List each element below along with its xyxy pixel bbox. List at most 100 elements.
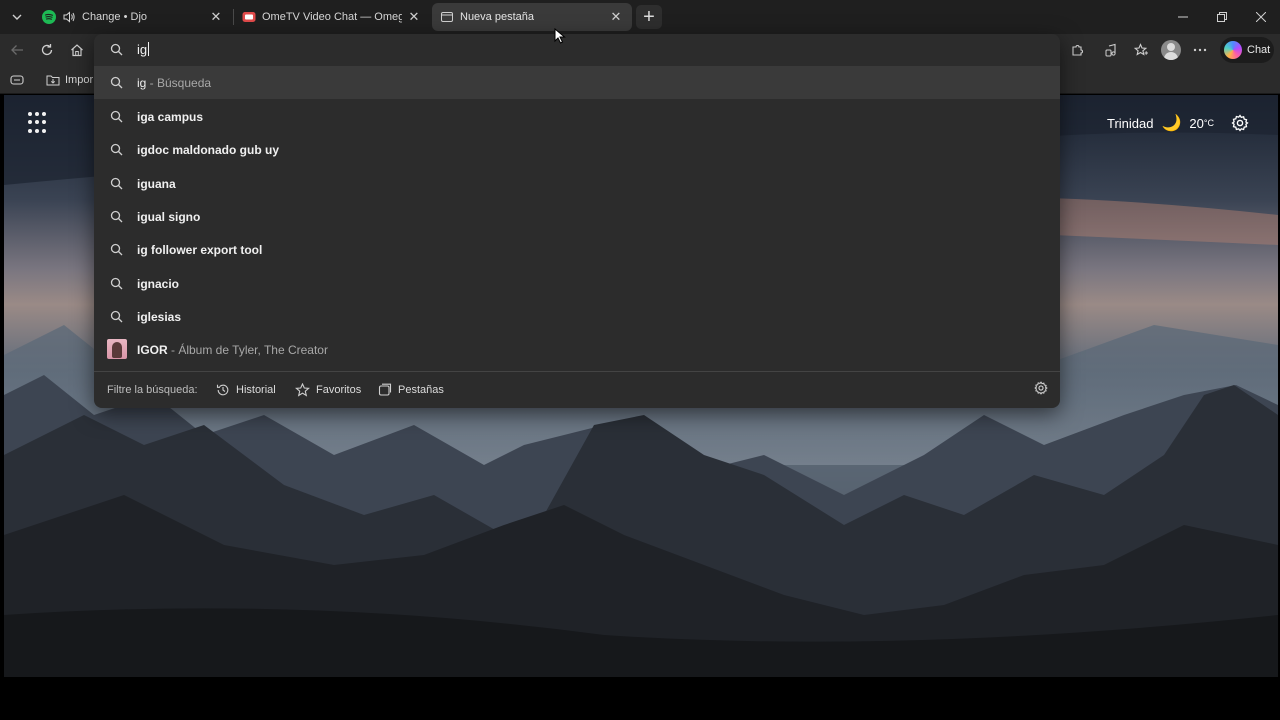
filter-label: Filtre la búsqueda: [107, 384, 198, 396]
refresh-button[interactable] [35, 38, 59, 62]
star-icon [1133, 42, 1148, 56]
tabs-icon [378, 383, 392, 396]
tab-new-tab[interactable]: Nueva pestaña ✕ [432, 3, 632, 31]
suggestion-text: IGOR - Álbum de Tyler, The Creator [137, 343, 328, 357]
spotify-icon [42, 10, 56, 24]
tab-title: Nueva pestaña [460, 11, 534, 23]
suggestion-item[interactable]: ig - Búsqueda [94, 66, 1060, 99]
music-note-icon [1105, 43, 1116, 56]
history-icon [216, 384, 229, 396]
extensions-button[interactable] [1065, 38, 1089, 62]
suggestion-text: iglesias [137, 310, 182, 324]
weather-location: Trinidad [1107, 115, 1154, 131]
arrow-left-icon [11, 45, 23, 55]
collections-icon [10, 75, 24, 85]
tab-ometv[interactable]: OmeTV Video Chat — Omegle Ra ✕ [234, 3, 430, 31]
filter-history-button[interactable]: Historial [216, 380, 276, 400]
settings-more-button[interactable] [1188, 38, 1212, 62]
speaker-icon[interactable] [62, 10, 76, 24]
address-bar[interactable]: ig [94, 34, 1060, 66]
search-settings-button[interactable] [1034, 381, 1048, 398]
suggestion-main: IGOR [137, 343, 168, 357]
suggestion-suffix: - Búsqueda [146, 76, 212, 90]
suggestion-item[interactable]: igdoc maldonado gub uy [94, 133, 1060, 166]
suggestion-text: igdoc maldonado gub uy [137, 143, 279, 157]
address-bar-query: ig [137, 42, 148, 57]
media-control-button[interactable] [1099, 38, 1123, 62]
favorites-item-label: Impor [65, 74, 94, 86]
tab-title: OmeTV Video Chat — Omegle Ra [262, 11, 402, 23]
suggestion-item[interactable]: ignacio [94, 267, 1060, 300]
suggestion-text: iguana [137, 177, 176, 191]
restore-icon [1217, 12, 1227, 22]
ometv-icon [242, 10, 256, 24]
filter-chip-label: Historial [236, 384, 276, 396]
address-bar-dropdown: ig ig - Búsqueda iga campus igdoc maldon… [94, 34, 1060, 408]
close-icon[interactable]: ✕ [208, 9, 224, 25]
weather-temperature: 20 [1189, 115, 1204, 131]
search-icon [110, 76, 123, 92]
search-icon [110, 110, 123, 126]
tab-strip: Change • Djo ✕ OmeTV Video Chat — Omegle… [0, 0, 1280, 34]
close-icon[interactable]: ✕ [406, 9, 422, 25]
copilot-icon [1224, 41, 1242, 59]
refresh-icon [41, 44, 53, 56]
filter-favorites-button[interactable]: Favoritos [295, 380, 361, 400]
address-bar-input[interactable]: ig [137, 42, 150, 57]
text-caret [148, 42, 150, 56]
search-icon [110, 177, 123, 193]
home-button[interactable] [65, 38, 89, 62]
favorites-button[interactable] [1129, 38, 1153, 62]
search-icon [110, 43, 123, 61]
copilot-chat-button[interactable]: Chat [1220, 37, 1274, 63]
suggestion-text: ignacio [137, 277, 180, 291]
suggestion-item-album[interactable]: IGOR - Álbum de Tyler, The Creator [94, 333, 1060, 366]
puzzle-icon [1071, 44, 1083, 56]
import-folder-icon [46, 75, 60, 86]
newtab-page-icon [440, 10, 454, 24]
suggestion-text: iga campus [137, 110, 204, 124]
suggestion-text: ig follower export tool [137, 243, 263, 257]
gear-icon [1231, 114, 1249, 132]
search-icon [110, 143, 123, 159]
favorites-bar-hub-button[interactable] [10, 71, 24, 89]
close-icon [1256, 12, 1266, 22]
back-button[interactable] [5, 38, 29, 62]
minimize-button[interactable] [1164, 0, 1202, 34]
page-settings-button[interactable] [1229, 112, 1251, 134]
close-window-button[interactable] [1242, 0, 1280, 34]
suggestion-item[interactable]: ig follower export tool [94, 233, 1060, 266]
mouse-pointer-icon [554, 28, 566, 44]
weather-widget[interactable]: Trinidad 🌙 20 °C [1107, 112, 1214, 134]
tab-title: Change • Djo [82, 11, 148, 23]
search-icon [110, 277, 123, 293]
apps-launcher-icon[interactable] [28, 112, 50, 134]
home-icon [71, 44, 83, 57]
new-tab-button[interactable]: + [636, 5, 662, 29]
suggestion-text: ig - Búsqueda [137, 76, 211, 90]
minimize-icon [1178, 16, 1188, 18]
weather-unit: °C [1203, 118, 1214, 128]
profile-avatar[interactable] [1161, 40, 1181, 60]
search-icon [110, 210, 123, 226]
search-icon [110, 243, 123, 259]
favorites-item-import[interactable]: Impor [46, 71, 93, 89]
chat-label: Chat [1247, 44, 1271, 56]
suggestion-item[interactable]: iguana [94, 167, 1060, 200]
restore-button[interactable] [1203, 0, 1241, 34]
tab-actions-menu-button[interactable] [5, 5, 29, 29]
filter-tabs-button[interactable]: Pestañas [378, 380, 444, 400]
filter-chip-label: Favoritos [316, 384, 362, 396]
filter-chip-label: Pestañas [398, 384, 444, 396]
close-icon[interactable]: ✕ [608, 9, 624, 25]
suggestion-item[interactable]: iglesias [94, 300, 1060, 333]
suggestion-item[interactable]: iga campus [94, 100, 1060, 133]
chevron-down-icon [12, 14, 22, 20]
taskbar-area [0, 677, 1280, 720]
suggestion-main: ig [137, 76, 147, 90]
suggestion-text: igual signo [137, 210, 201, 224]
gear-icon [1034, 381, 1048, 395]
tab-spotify[interactable]: Change • Djo ✕ [34, 3, 232, 31]
suggestion-item[interactable]: igual signo [94, 200, 1060, 233]
star-icon [295, 383, 310, 397]
